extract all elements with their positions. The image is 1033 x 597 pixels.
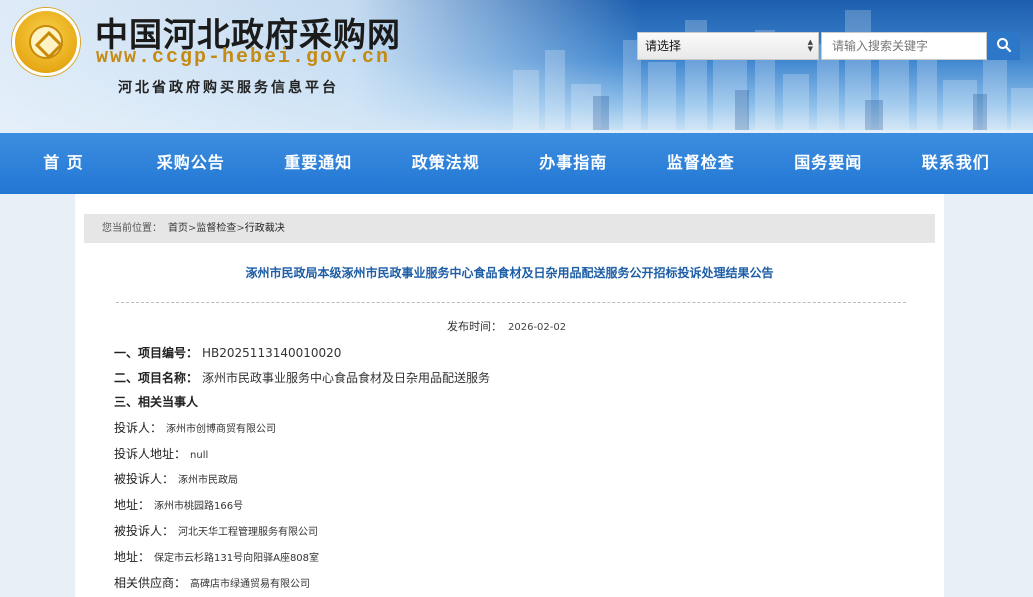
site-subtitle: 河北省政府购买服务信息平台 — [118, 80, 339, 96]
breadcrumb-home-link[interactable]: 首页 — [168, 223, 188, 234]
complainant-address-row: 投诉人地址： null — [114, 445, 208, 462]
nav-item-guide[interactable]: 办事指南 — [510, 133, 638, 194]
parties-heading-row: 三、相关当事人 — [114, 393, 198, 410]
row-label: 地址： — [114, 550, 151, 564]
publish-time: 发布时间： 2026-02-02 — [447, 318, 566, 334]
search-icon — [996, 37, 1011, 52]
breadcrumb-supervision-link[interactable]: 监督检查 — [196, 223, 236, 234]
nav-item-procurement-notices[interactable]: 采购公告 — [127, 133, 255, 194]
row-label: 投诉人： — [114, 421, 163, 435]
row-label: 被投诉人： — [114, 524, 175, 538]
main-nav: 首 页 采购公告 重要通知 政策法规 办事指南 监督检查 国务要闻 联系我们 — [0, 133, 1033, 194]
respondent-2-address-row: 地址： 保定市云杉路131号向阳驿A座808室 — [114, 548, 319, 565]
complainant-address-value: null — [190, 450, 209, 461]
emblem-icon[interactable] — [12, 8, 80, 76]
breadcrumb-current: 行政裁决 — [244, 223, 285, 234]
city-skyline-image — [513, 10, 1033, 133]
select-arrows-icon: ▲ ▼ — [807, 38, 813, 53]
respondent-2-value: 河北天华工程管理服务有限公司 — [178, 527, 319, 538]
row-label: 地址： — [114, 498, 151, 512]
article-title: 涿州市民政局本级涿州市民政事业服务中心食品食材及日杂用品配送服务公开招标投诉处理… — [245, 266, 774, 280]
search-input[interactable] — [821, 32, 987, 60]
complainant-row: 投诉人： 涿州市创博商贸有限公司 — [114, 419, 276, 436]
breadcrumb-label: 您当前位置： — [102, 223, 162, 234]
search-category-select[interactable]: 请选择 ▲ ▼ — [637, 32, 819, 60]
respondent-address-value: 涿州市桃园路166号 — [154, 501, 244, 512]
nav-item-state-news[interactable]: 国务要闻 — [765, 133, 893, 194]
respondent-2-row: 被投诉人： 河北天华工程管理服务有限公司 — [114, 522, 318, 539]
nav-item-supervision[interactable]: 监督检查 — [637, 133, 765, 194]
row-label: 相关供应商： — [114, 576, 187, 590]
nav-item-policies[interactable]: 政策法规 — [382, 133, 510, 194]
project-name-row: 二、项目名称： 涿州市民政事业服务中心食品食材及日杂用品配送服务 — [114, 369, 490, 386]
complainant-value: 涿州市创博商贸有限公司 — [166, 424, 277, 435]
header-banner: 中国河北政府采购网 www.ccgp-hebei.gov.cn 河北省政府购买服… — [0, 0, 1033, 133]
publish-time-label: 发布时间： — [447, 320, 502, 333]
row-label: 二、项目名称： — [114, 371, 199, 385]
respondent-address-row: 地址： 涿州市桃园路166号 — [114, 496, 243, 513]
title-divider — [116, 302, 906, 303]
row-label: 投诉人地址： — [114, 447, 187, 461]
publish-date: 2026-02-02 — [508, 322, 567, 333]
search-category-value: 请选择 — [645, 39, 682, 53]
search-button[interactable] — [987, 32, 1020, 60]
breadcrumb: 您当前位置： 首页>监督检查>行政裁决 — [84, 214, 935, 243]
row-label: 一、项目编号： — [114, 346, 199, 360]
project-name-value: 涿州市民政事业服务中心食品食材及日杂用品配送服务 — [202, 371, 491, 385]
site-url: www.ccgp-hebei.gov.cn — [96, 46, 391, 69]
nav-item-home[interactable]: 首 页 — [0, 133, 127, 194]
related-supplier-value: 高碑店市绿通贸易有限公司 — [190, 579, 311, 590]
row-label: 被投诉人： — [114, 472, 175, 486]
project-number-value: HB2025113140010020 — [202, 346, 342, 360]
project-number-row: 一、项目编号： HB2025113140010020 — [114, 344, 341, 361]
respondent-2-address-value: 保定市云杉路131号向阳驿A座808室 — [154, 553, 320, 564]
respondent-row: 被投诉人： 涿州市民政局 — [114, 470, 238, 487]
respondent-value: 涿州市民政局 — [178, 475, 239, 486]
nav-item-important-notices[interactable]: 重要通知 — [255, 133, 383, 194]
nav-item-contact[interactable]: 联系我们 — [892, 133, 1020, 194]
related-supplier-row: 相关供应商： 高碑店市绿通贸易有限公司 — [114, 574, 310, 591]
content-panel: 您当前位置： 首页>监督检查>行政裁决 涿州市民政局本级涿州市民政事业服务中心食品… — [75, 194, 944, 597]
breadcrumb-separator: > — [236, 223, 245, 234]
row-label: 三、相关当事人 — [114, 395, 199, 409]
